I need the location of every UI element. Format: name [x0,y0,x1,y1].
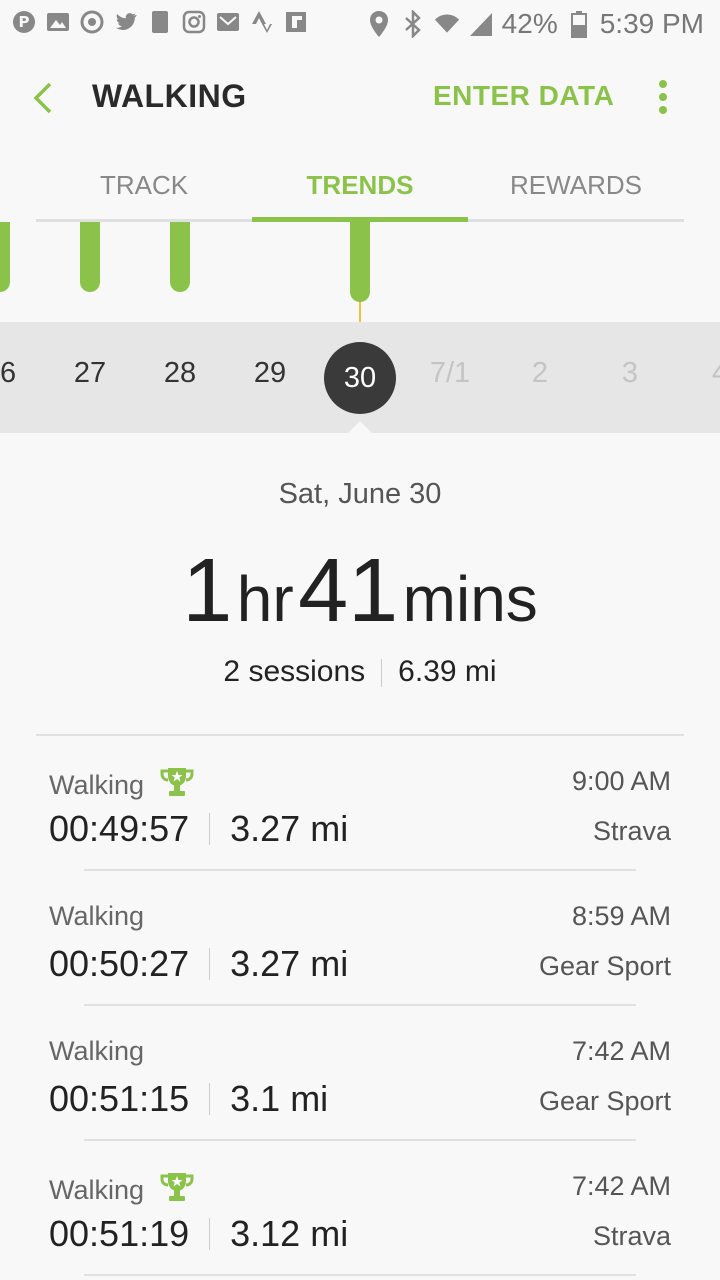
pinterest-icon: P [12,10,36,34]
chart-bar-28 [170,222,190,292]
wifi-icon [434,10,460,38]
duration-hours-unit: hr [236,563,294,635]
chart-bar-26 [0,222,10,292]
session-stats: 00:51:15 3.1 mi [49,1078,328,1120]
battery-percent: 42% [501,8,558,39]
session-type-label: Walking [49,770,145,800]
signal-icon [468,10,494,38]
chevron-left-icon [33,82,52,114]
session-row[interactable]: Walking 00:49:57 3.27 mi 9:00 AM Strava [36,736,684,871]
session-duration: 00:51:19 [49,1213,190,1254]
image-icon [46,10,70,34]
session-start-time: 7:42 AM [571,1036,671,1066]
session-duration: 00:50:27 [49,943,190,984]
tab-track[interactable]: TRACK [36,170,252,201]
instagram-icon [182,10,206,34]
tab-rewards[interactable]: REWARDS [468,170,684,201]
session-distance: 3.12 mi [230,1213,349,1254]
page-title: WALKING [92,78,247,114]
date-selector[interactable]: 26272829 30 7/1234 [0,322,720,433]
divider [209,1083,211,1115]
divider [381,659,383,688]
session-type-label: Walking [49,901,145,931]
session-start-time: 9:00 AM [571,766,671,796]
session-type: Walking [49,1036,144,1067]
more-options-button[interactable] [652,78,674,118]
day-item[interactable]: 28 [135,357,225,390]
session-distance: 3.27 mi [230,943,349,984]
day-selected[interactable]: 30 [324,342,396,414]
session-count: 2 sessions [223,655,366,688]
duration-minutes: 41 [298,541,399,641]
session-row[interactable]: Walking 00:51:15 3.1 mi 7:42 AM Gear Sport [36,1006,684,1141]
session-duration: 00:51:15 [49,1078,190,1119]
divider [209,813,211,845]
day-item[interactable]: 7/1 [405,357,495,390]
summary-stats: 2 sessions 6.39 mi [0,655,720,689]
duration-minutes-unit: mins [402,563,538,635]
duration-hours: 1 [182,541,233,641]
trophy-icon [160,1171,194,1210]
notification-icons: P [12,10,308,34]
battery-icon [566,10,592,38]
day-item[interactable]: 26 [0,357,45,390]
selected-date: Sat, June 30 [278,478,442,510]
session-start-time: 8:59 AM [571,901,671,931]
session-row[interactable]: Walking 00:51:19 3.12 mi 7:42 AM Strava [36,1141,684,1276]
day-item[interactable]: 2 [495,357,585,390]
svg-text:P: P [19,13,30,31]
session-type-label: Walking [49,1036,145,1066]
total-distance: 6.39 mi [398,655,497,688]
session-source: Gear Sport [538,1086,671,1116]
bluetooth-icon [400,10,426,38]
day-item[interactable]: 4 [675,357,720,390]
session-duration: 00:49:57 [49,808,190,849]
back-button[interactable] [28,78,62,118]
strava-icon [250,10,274,34]
divider [209,1218,211,1250]
flipboard-icon [284,10,308,34]
session-stats: 00:49:57 3.27 mi [49,808,348,850]
chart-bar-27 [80,222,100,292]
day-item[interactable]: 3 [585,357,675,390]
session-type: Walking [49,1171,194,1210]
day-item[interactable]: 29 [225,357,315,390]
session-type-label: Walking [49,1175,145,1205]
sync-icon [80,10,104,34]
session-source: Strava [592,1221,671,1251]
tab-trends[interactable]: TRENDS [252,170,468,201]
session-type: Walking [49,766,194,805]
session-stats: 00:50:27 3.27 mi [49,943,348,985]
app-bar: WALKING ENTER DATA [0,50,720,145]
session-start-time: 7:42 AM [571,1171,671,1201]
daily-bar-chart[interactable] [0,222,720,322]
enter-data-button[interactable]: ENTER DATA [433,80,614,112]
clock: 5:39 PM [599,8,704,39]
location-icon [366,10,392,38]
session-source: Strava [592,816,671,846]
selected-date-pointer [347,421,373,434]
trophy-icon [160,766,194,805]
session-stats: 00:51:19 3.12 mi [49,1213,348,1255]
chart-bar-30 [350,222,370,302]
divider [209,948,211,980]
notes-icon [148,10,172,34]
row-divider [84,1274,636,1276]
system-status: 42% 5:39 PM [366,8,704,40]
day-item[interactable]: 27 [45,357,135,390]
tab-bar: TRACK TRENDS REWARDS [36,145,684,225]
session-row[interactable]: Walking 00:50:27 3.27 mi 8:59 AM Gear Sport [36,871,684,1006]
more-vert-icon [659,80,667,114]
status-bar: P 42% 5:39 PM [0,0,720,50]
mail-icon [216,10,240,34]
session-type: Walking [49,901,144,932]
total-duration: 1 hr 41 mins [0,540,720,643]
session-source: Gear Sport [538,951,671,981]
twitter-icon [114,10,138,34]
session-distance: 3.1 mi [230,1078,329,1119]
session-distance: 3.27 mi [230,808,349,849]
